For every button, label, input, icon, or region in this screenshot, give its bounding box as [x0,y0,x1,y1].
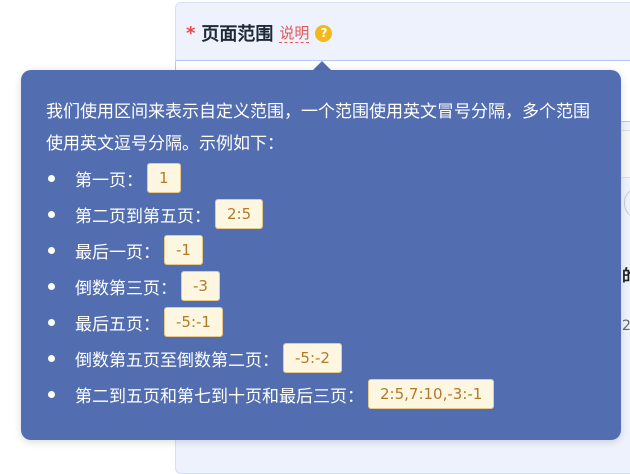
page-range-title: 页面范围 [201,24,274,45]
example-label: 倒数第五页至倒数第二页： [75,350,279,371]
bullet-icon [48,246,55,254]
example-label: 第二到五页和第七到十页和最后三页： [75,386,364,407]
list-item: 第一页： 1 [46,160,494,196]
question-icon[interactable]: ? [315,24,333,42]
list-item: 第二页到第五页： 2:5 [46,196,494,232]
bullet-icon [48,354,55,362]
bullet-icon [48,210,55,218]
background-text-fragment: 2) [622,318,630,334]
background-control [622,130,630,178]
list-item: 倒数第五页至倒数第二页： -5:-2 [46,340,494,376]
example-label: 第二页到第五页： [75,206,211,227]
list-item: 第二到五页和第七到十页和最后三页： 2:5,7:10,-3:-1 [46,376,495,412]
bullet-icon [48,282,55,290]
example-code: 2:5 [215,199,264,229]
example-label: 最后五页： [75,314,160,335]
help-link[interactable]: 说明 [279,24,310,43]
list-item: 倒数第三页： -3 [46,268,494,304]
required-marker: * [186,22,196,44]
bullet-icon [48,318,55,326]
background-heading-fragment: 的 [622,262,630,286]
tooltip-intro: 我们使用区间来表示自定义范围，一个范围使用英文冒号分隔，多个范围使用英文逗号分隔… [46,102,590,154]
example-code: -5:-2 [283,343,342,373]
example-code: 2:5,7:10,-3:-1 [368,379,495,409]
example-label: 最后一页： [75,242,160,263]
page-range-field-header: * 页面范围 说明 ? [186,19,333,47]
example-list: 第一页： 1 第二页到第五页： 2:5 最后一页： -1 倒数第三页： -3 最… [46,160,495,412]
example-code: 1 [147,163,181,193]
bullet-icon [48,390,55,398]
example-code: -3 [181,271,220,301]
example-label: 倒数第三页： [75,278,177,299]
list-item: 最后一页： -1 [46,232,494,268]
example-code: -1 [164,235,203,265]
example-label: 第一页： [75,170,143,191]
list-item: 最后五页： -5:-1 [46,304,494,340]
bullet-icon [48,174,55,182]
example-code: -5:-1 [164,307,223,337]
